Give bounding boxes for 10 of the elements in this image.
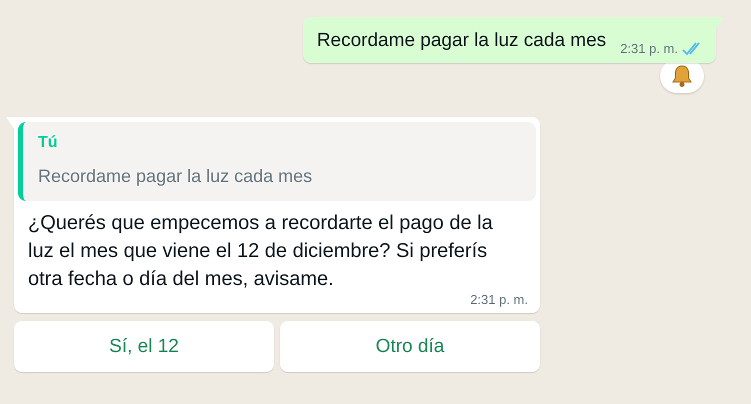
- quote-text: Recordame pagar la luz cada mes: [38, 166, 314, 187]
- message-time: 2:31 p. m.: [470, 293, 528, 307]
- quote-author: Tú: [38, 134, 59, 152]
- bell-icon: [671, 64, 693, 88]
- message-text: Recordame pagar la luz cada mes: [316, 29, 606, 53]
- quoted-message[interactable]: Tú Recordame pagar la luz cada mes: [18, 122, 536, 201]
- quick-reply-button[interactable]: Otro día: [280, 321, 540, 372]
- message-time: 2:31 p. m.: [620, 41, 678, 56]
- quick-reply-button[interactable]: Sí, el 12: [14, 321, 274, 372]
- message-text: ¿Querés que empecemos a recordarte el pago de la luz el mes que viene el 12 de diciembre? Si preferís otra fecha o día del mes, avisame.: [28, 211, 494, 292]
